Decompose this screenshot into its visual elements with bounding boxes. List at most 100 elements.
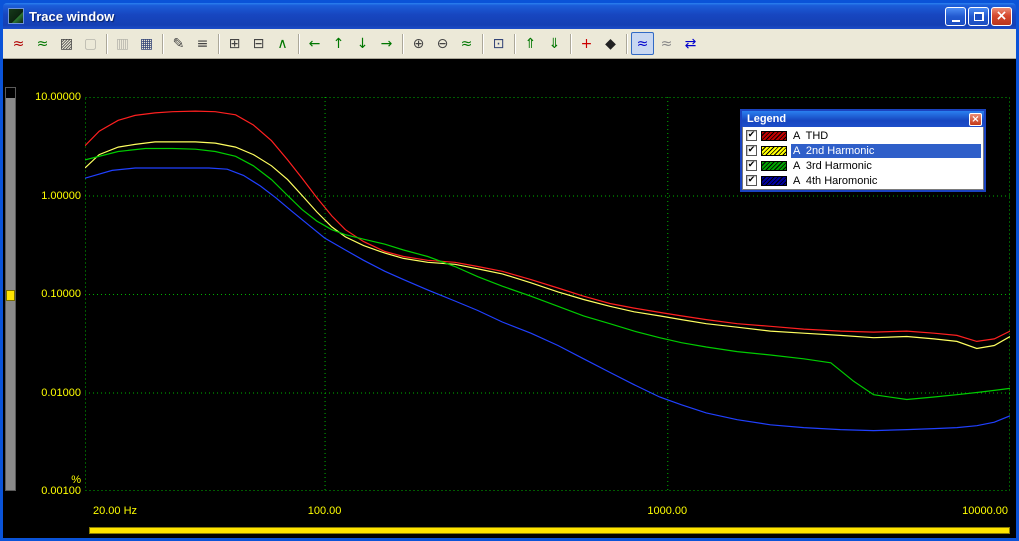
trace-window: Trace window × ≈ ≈ ▨ ▢ ▥ ▦ ✎ ≡ ⊞ ⊟ ∧ ← ↑ ↓ → ⊕ ⊖ ≈ ⊡ ⇑ ⇓ + ◆ ≈ ≈… [0,0,1019,541]
new-trace-icon: ≈ [12,35,25,52]
legend-title-bar[interactable]: Legend × [742,111,984,127]
smooth-trace-icon: ≈ [36,35,49,52]
legend-body: ✔ A THD ✔ A 2nd Harmonic ✔ A 3rd Harmonic ✔ A 4… [742,127,984,190]
save-trace-button[interactable]: ▨ [55,32,78,55]
trace-a-4th-harmonic [85,167,1010,432]
bw-display-button[interactable]: ◆ [599,32,622,55]
zoom-in-button[interactable]: ⊕ [407,32,430,55]
y-axis-label: 0.01000 [41,386,81,399]
copy-button[interactable]: ▢ [79,32,102,55]
legend-checkbox[interactable]: ✔ [746,175,757,186]
horizontal-scrollbar[interactable] [89,527,1010,534]
peaks-button[interactable]: ∧ [271,32,294,55]
toolbar-separator [626,33,627,54]
pan-right-button[interactable]: → [375,32,398,55]
toolbar-separator [514,33,515,54]
data-grid-icon: ▦ [139,35,154,52]
legend-color-swatch [761,160,787,171]
toolbar-separator [402,33,403,54]
toolbar-separator [570,33,571,54]
zoom-x-out-icon: ⊟ [252,35,265,52]
peaks-icon: ∧ [277,35,288,52]
y-axis-label: 0.00100 [41,485,81,497]
edit-table-button[interactable]: ✎ [167,32,190,55]
legend-close-button[interactable]: × [969,112,982,126]
trace-down-icon: ↓ [356,35,369,52]
add-marker-icon: + [580,35,593,52]
swap-traces-button[interactable]: ⇄ [679,32,702,55]
autoscale-button[interactable]: ≈ [455,32,478,55]
picture-button[interactable]: ▥ [111,32,134,55]
trace-up-button[interactable]: ↑ [327,32,350,55]
value-list-icon: ≡ [196,35,209,52]
legend-checkbox[interactable]: ✔ [746,130,757,141]
trace-up-icon: ↑ [332,35,345,52]
legend-item-label[interactable]: A 3rd Harmonic [791,159,981,173]
new-trace-button[interactable]: ≈ [7,32,30,55]
autoscale-icon: ≈ [460,35,473,52]
legend-item[interactable]: ✔ A 2nd Harmonic [743,143,983,158]
legend-item-label[interactable]: A 4th Haromonic [791,174,981,188]
minimize-button[interactable] [945,6,966,26]
x-axis-label: 20.00 Hz [93,505,138,517]
legend-item[interactable]: ✔ A 4th Haromonic [743,173,983,188]
overlay-trace-button[interactable]: ≈ [655,32,678,55]
window-title: Trace window [29,8,115,24]
swap-traces-icon: ⇄ [684,35,697,52]
window-icon [8,8,24,24]
zoom-select-button[interactable]: ⊡ [487,32,510,55]
legend-item[interactable]: ✔ A 3rd Harmonic [743,158,983,173]
x-axis-label: 1000.00 [647,505,688,517]
zoom-out-button[interactable]: ⊖ [431,32,454,55]
pan-left-button[interactable]: ← [303,32,326,55]
legend-color-swatch [761,130,787,141]
copy-icon: ▢ [83,35,98,52]
save-trace-icon: ▨ [59,35,74,52]
close-icon: × [995,8,1008,24]
y-axis-label: 1.00000 [41,189,81,202]
zoom-x-out-button[interactable]: ⊟ [247,32,270,55]
x-axis-label: 10000.00 [962,505,1008,517]
cursor-down-button[interactable]: ⇓ [543,32,566,55]
toolbar-separator [218,33,219,54]
legend-checkbox[interactable]: ✔ [746,160,757,171]
title-bar[interactable]: Trace window × [3,3,1016,29]
data-grid-button[interactable]: ▦ [135,32,158,55]
add-marker-button[interactable]: + [575,32,598,55]
legend-checkbox[interactable]: ✔ [746,145,757,156]
edit-table-icon: ✎ [172,35,185,52]
legend-window[interactable]: Legend × ✔ A THD ✔ A 2nd Harmonic ✔ A 3rd Har… [740,109,986,192]
legend-item-label[interactable]: A 2nd Harmonic [791,143,981,158]
legend-color-swatch [761,145,787,156]
cursor-up-button[interactable]: ⇑ [519,32,542,55]
y-axis-label: 0.10000 [41,288,81,300]
picture-icon: ▥ [115,35,130,52]
cursor-up-icon: ⇑ [524,35,537,52]
legend-color-swatch [761,175,787,186]
zoom-out-icon: ⊖ [436,35,449,52]
x-axis-label: 100.00 [307,505,342,517]
toolbar-separator [106,33,107,54]
y-axis-label: 10.00000 [35,91,81,103]
y-axis-unit: % [71,474,81,486]
zoom-select-icon: ⊡ [492,35,505,52]
active-trace-button[interactable]: ≈ [631,32,654,55]
legend-item[interactable]: ✔ A THD [743,128,983,143]
value-list-button[interactable]: ≡ [191,32,214,55]
toolbar-separator [482,33,483,54]
active-trace-icon: ≈ [636,35,649,52]
minimize-icon [951,19,960,22]
zoom-x-in-button[interactable]: ⊞ [223,32,246,55]
legend-item-label[interactable]: A THD [791,129,981,143]
toolbar-separator [298,33,299,54]
bw-display-icon: ◆ [605,35,616,52]
trace-down-button[interactable]: ↓ [351,32,374,55]
toolbar-separator [162,33,163,54]
zoom-x-in-icon: ⊞ [228,35,241,52]
toolbar: ≈ ≈ ▨ ▢ ▥ ▦ ✎ ≡ ⊞ ⊟ ∧ ← ↑ ↓ → ⊕ ⊖ ≈ ⊡ ⇑ ⇓ + ◆ ≈ ≈ ⇄ [3,29,1016,59]
restore-button[interactable] [968,6,989,26]
smooth-trace-button[interactable]: ≈ [31,32,54,55]
cursor-down-icon: ⇓ [548,35,561,52]
zoom-in-icon: ⊕ [412,35,425,52]
close-button[interactable]: × [991,6,1012,26]
